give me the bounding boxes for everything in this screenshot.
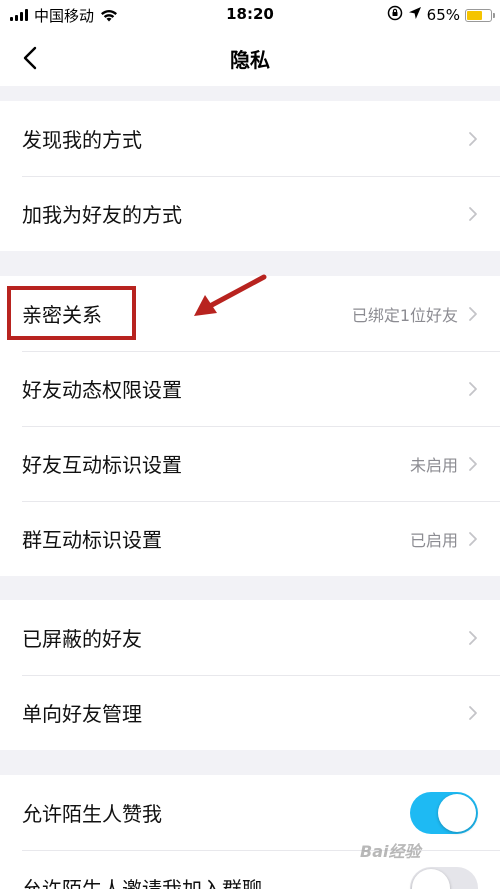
location-arrow-icon — [408, 6, 422, 24]
toggle-switch[interactable] — [410, 791, 478, 834]
row-label: 允许陌生人赞我 — [22, 802, 162, 826]
chevron-right-icon — [468, 381, 478, 397]
settings-group-discovery: 发现我的方式 加我为好友的方式 — [0, 101, 500, 251]
battery-cap — [493, 12, 495, 18]
row-label: 加我为好友的方式 — [22, 203, 182, 227]
row-discover-me[interactable]: 发现我的方式 — [0, 101, 500, 176]
chevron-right-icon — [468, 306, 478, 322]
row-label: 单向好友管理 — [22, 702, 142, 726]
battery-level — [467, 10, 482, 20]
chevron-right-icon — [468, 705, 478, 721]
settings-group-strangers: 允许陌生人赞我 允许陌生人邀请我加入群聊 — [0, 775, 500, 889]
annotation-highlight-box — [7, 286, 136, 340]
row-allow-stranger-group-invite: 允许陌生人邀请我加入群聊 — [0, 850, 500, 889]
page-title: 隐私 — [230, 48, 270, 72]
row-label: 允许陌生人邀请我加入群聊 — [22, 877, 262, 889]
privacy-settings-screen: 中国移动 18:20 65% 隐私 发现我的方式 加我为好友的方式 亲密关系 已… — [0, 0, 500, 889]
settings-group-blocked: 已屏蔽的好友 单向好友管理 — [0, 600, 500, 750]
chevron-right-icon — [468, 456, 478, 472]
orientation-lock-icon — [387, 5, 403, 25]
row-label: 好友动态权限设置 — [22, 378, 182, 402]
row-friend-interaction-badge[interactable]: 好友互动标识设置 未启用 — [0, 426, 500, 501]
row-label: 发现我的方式 — [22, 128, 142, 152]
toggle-switch[interactable] — [410, 866, 478, 889]
watermark: Bai经验 — [360, 842, 421, 861]
row-group-interaction-badge[interactable]: 群互动标识设置 已启用 — [0, 501, 500, 576]
chevron-right-icon — [468, 206, 478, 222]
row-value: 未启用 — [409, 455, 458, 475]
annotation-arrow — [194, 274, 267, 316]
battery-icon — [465, 8, 495, 22]
row-blocked-friends[interactable]: 已屏蔽的好友 — [0, 600, 500, 675]
chevron-right-icon — [468, 630, 478, 646]
chevron-right-icon — [468, 131, 478, 147]
status-bar: 中国移动 18:20 65% — [0, 0, 500, 30]
row-value: 已启用 — [409, 530, 458, 550]
row-label: 好友互动标识设置 — [22, 453, 182, 477]
row-one-way-friends[interactable]: 单向好友管理 — [0, 675, 500, 750]
row-label: 已屏蔽的好友 — [22, 627, 142, 651]
row-label: 群互动标识设置 — [22, 528, 162, 552]
toggle-knob — [438, 793, 476, 832]
toggle-knob — [412, 868, 450, 889]
row-value: 已绑定1位好友 — [351, 305, 458, 325]
row-add-friend-method[interactable]: 加我为好友的方式 — [0, 176, 500, 251]
row-allow-stranger-likes: 允许陌生人赞我 — [0, 775, 500, 850]
nav-bar: 隐私 — [0, 30, 500, 86]
battery-percent: 65% — [426, 6, 460, 24]
row-moments-permission[interactable]: 好友动态权限设置 — [0, 351, 500, 426]
chevron-right-icon — [468, 531, 478, 547]
status-right: 65% — [387, 5, 495, 25]
